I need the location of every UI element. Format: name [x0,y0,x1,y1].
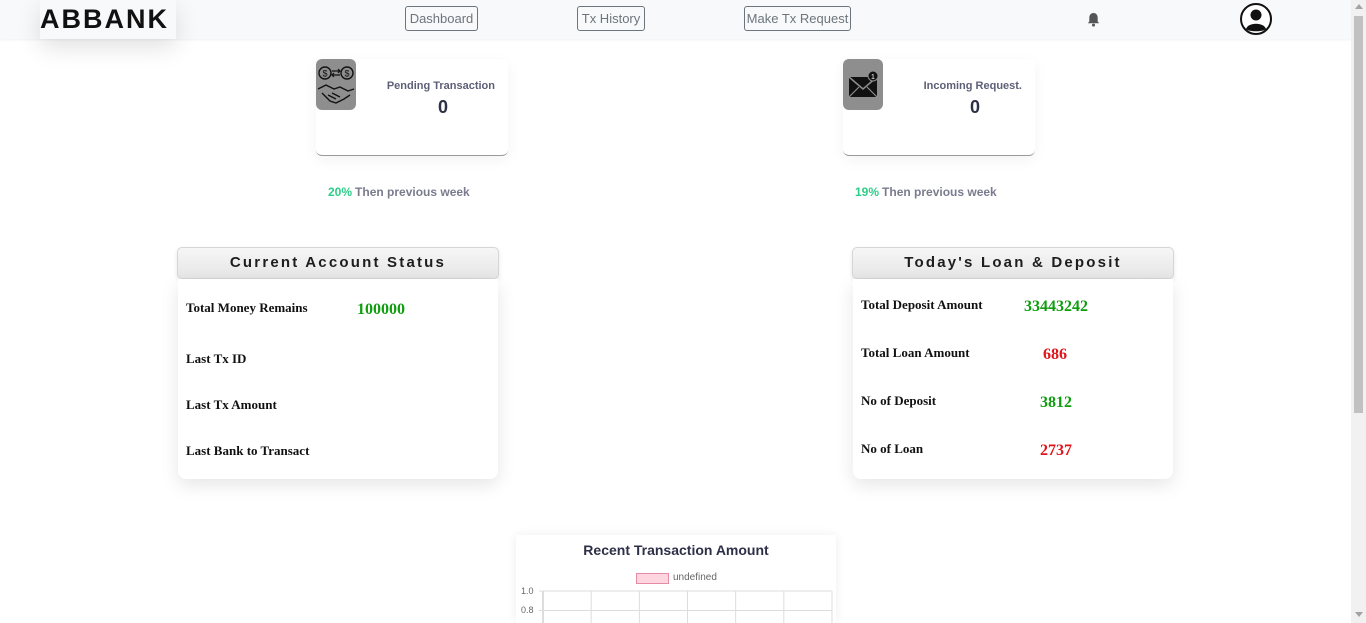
loan-row-value: 2737 [1040,442,1072,459]
bell-icon[interactable] [1087,12,1100,27]
account-row-label: Total Money Remains [186,300,308,315]
loan-deposit-header: Today's Loan & Deposit [852,247,1174,279]
incoming-request-title: Incoming Request. [923,80,1022,92]
navbar: ABBANK Dashboard Tx History Make Tx Requ… [0,0,1351,39]
account-row-label: Last Bank to Transact [186,443,310,458]
loan-deposit-panel: Total Deposit Amount 33443242 Total Loan… [853,279,1173,479]
recent-transaction-chart: Recent Transaction Amount undefined 1.0 … [516,535,836,623]
svg-text:$: $ [322,69,327,79]
loan-row-label: Total Deposit Amount [861,297,983,312]
loan-row-label: No of Loan [861,441,924,456]
account-status-panel: Total Money Remains 100000 Last Tx ID La… [178,279,498,479]
svg-text:1: 1 [871,74,875,81]
incoming-request-footer: 19% Then previous week [855,185,997,199]
incoming-request-card: 1 Incoming Request. 0 [843,59,1035,156]
pending-growth-percent: 20% [328,185,353,199]
pending-growth-note: Then previous week [355,185,470,199]
loan-row-value: 686 [1043,346,1067,363]
nav-make-request-button[interactable]: Make Tx Request [744,6,851,31]
pending-transaction-value: 0 [438,97,449,117]
scrollbar[interactable] [1351,0,1366,623]
chart-grid [539,590,833,623]
incoming-request-value: 0 [970,97,981,117]
scroll-up-arrow-icon[interactable] [1355,4,1363,9]
loan-row-value: 33443242 [1024,298,1088,315]
handshake-icon: $ $ [316,59,356,110]
nav-tx-history-button[interactable]: Tx History [577,6,645,31]
svg-text:$: $ [344,69,349,79]
incoming-growth-percent: 19% [855,185,880,199]
scroll-down-arrow-icon[interactable] [1355,612,1363,617]
pending-transaction-card: $ $ Pending Transaction 0 [316,59,508,156]
account-row-value: 100000 [357,301,405,318]
scroll-thumb[interactable] [1354,16,1363,413]
account-status-header: Current Account Status [177,247,499,279]
envelope-icon: 1 [843,59,883,110]
loan-row-value: 3812 [1040,394,1072,411]
loan-row-label: Total Loan Amount [861,345,970,360]
loan-row-label: No of Deposit [861,393,937,408]
account-row-label: Last Tx Amount [186,397,277,412]
pending-transaction-title: Pending Transaction [386,80,495,92]
user-avatar-icon[interactable] [1240,3,1272,35]
brand-logo[interactable]: ABBANK [40,0,176,39]
pending-transaction-footer: 20% Then previous week [328,185,470,199]
incoming-growth-note: Then previous week [882,185,997,199]
nav-dashboard-button[interactable]: Dashboard [405,6,478,31]
account-row-label: Last Tx ID [186,351,247,366]
